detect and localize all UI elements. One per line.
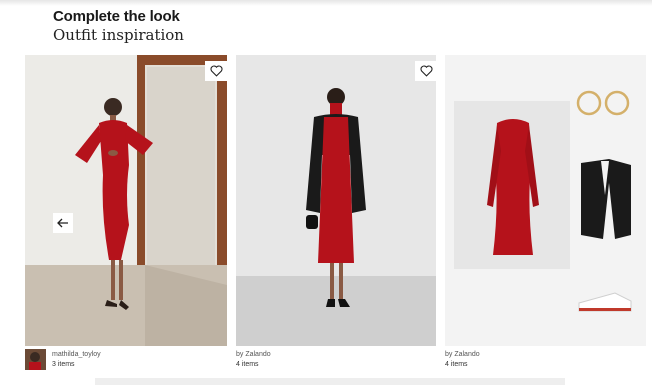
avatar[interactable]: [25, 349, 46, 370]
outfit-1-count: 3 items: [52, 361, 75, 368]
top-divider: [0, 0, 652, 6]
favorite-button-1[interactable]: [205, 61, 227, 81]
arrow-left-icon: [57, 218, 68, 228]
section-subtitle: Outfit inspiration: [53, 26, 184, 44]
outfit-card-2[interactable]: [236, 55, 436, 346]
outfit-3-count: 4 items: [445, 361, 468, 368]
outfit-1-meta: mathilda_toyloy 3 items: [52, 350, 101, 370]
heart-icon: [210, 65, 222, 77]
outfit-2-count: 4 items: [236, 361, 259, 368]
outfit-photo-1: [25, 55, 227, 346]
outfit-2-author: by Zalando: [236, 351, 271, 358]
outfit-card-1[interactable]: [25, 55, 227, 346]
favorite-button-2[interactable]: [415, 61, 436, 81]
outfit-card-3[interactable]: [445, 55, 646, 346]
previous-button[interactable]: [53, 213, 73, 233]
outfit-3-author: by Zalando: [445, 351, 480, 358]
outfit-2-meta: by Zalando 4 items: [236, 350, 271, 370]
section-title: Complete the look: [53, 8, 180, 25]
outfit-3-meta: by Zalando 4 items: [445, 350, 480, 370]
heart-icon: [420, 65, 432, 77]
outfit-1-author[interactable]: mathilda_toyloy: [52, 350, 101, 360]
outfit-photo-2: [236, 55, 436, 346]
bottom-scroll-hint: [95, 378, 565, 385]
outfit-products-3: [445, 55, 646, 346]
